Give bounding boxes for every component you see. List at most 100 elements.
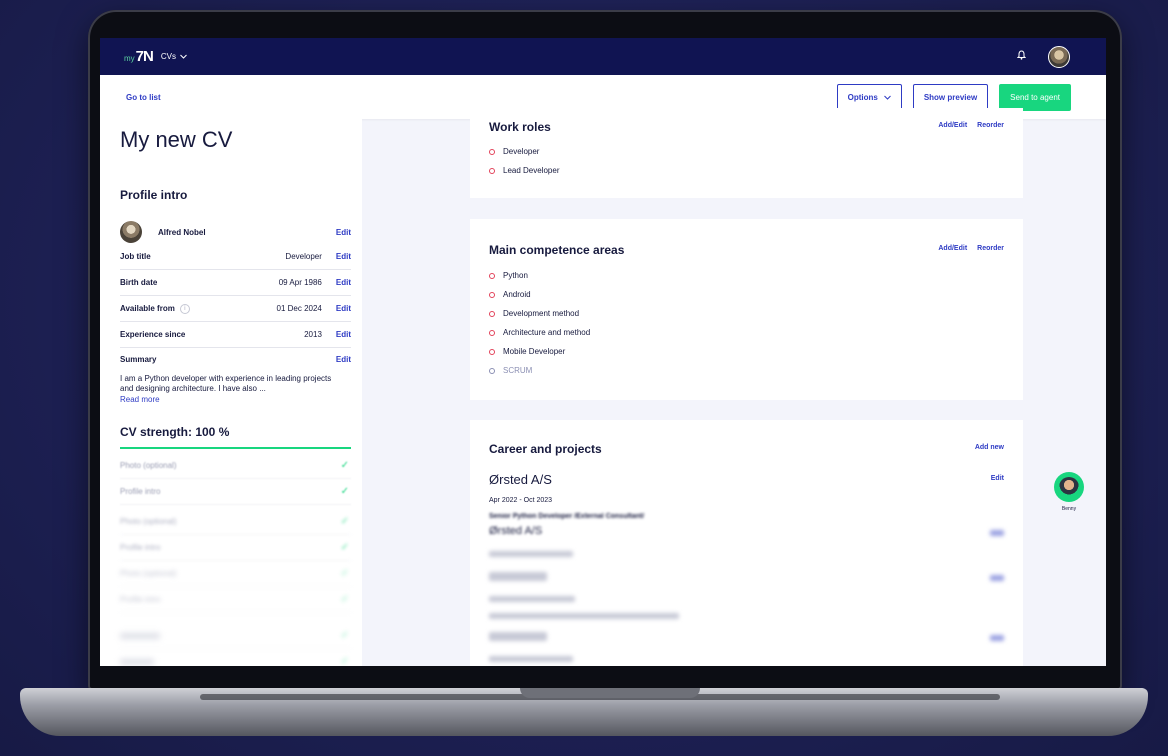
competence-label: Mobile Developer xyxy=(503,347,566,356)
career-edit-link[interactable]: Edit xyxy=(991,475,1004,482)
career-company: Ørsted A/S xyxy=(489,472,552,487)
cv-strength-progress-bar xyxy=(120,447,351,449)
blurred-placeholder xyxy=(489,656,573,662)
checklist-item: ✓ xyxy=(120,649,351,666)
work-role-label: Lead Developer xyxy=(503,166,560,175)
job-title-row: Job title Developer Edit xyxy=(120,244,351,270)
available-from-label-group: Available from i xyxy=(120,303,190,314)
logo-prefix: my xyxy=(124,54,135,63)
blurred-edit-link[interactable] xyxy=(990,530,1004,536)
show-preview-label: Show preview xyxy=(923,92,978,102)
checklist-item-label: Profile intro xyxy=(120,595,161,604)
checkmark-icon: ✓ xyxy=(340,486,349,497)
career-period: Apr 2022 - Oct 2023 xyxy=(489,497,553,504)
blurred-edit-link[interactable] xyxy=(990,635,1004,641)
blurred-placeholder xyxy=(120,658,154,665)
show-preview-button[interactable]: Show preview xyxy=(912,83,989,111)
experience-since-label: Experience since xyxy=(120,330,186,339)
info-icon[interactable]: i xyxy=(179,303,190,314)
summary-label: Summary xyxy=(120,355,157,364)
blurred-placeholder xyxy=(489,632,547,641)
profile-intro-heading: Profile intro xyxy=(120,188,188,202)
options-button[interactable]: Options xyxy=(836,83,902,111)
bullet-icon xyxy=(489,272,495,279)
options-label: Options xyxy=(847,92,878,102)
bullet-icon xyxy=(489,367,495,374)
cv-strength-checklist: Photo (optional) ✓ Profile intro ✓ Photo… xyxy=(120,453,351,666)
list-item: Python xyxy=(489,266,590,285)
checkmark-icon: ✓ xyxy=(340,594,349,605)
competence-reorder-link[interactable]: Reorder xyxy=(977,245,1004,252)
bell-icon[interactable] xyxy=(1016,50,1027,63)
edit-job-title-link[interactable]: Edit xyxy=(336,252,351,261)
work-roles-heading: Work roles xyxy=(489,120,551,134)
bullet-icon xyxy=(489,329,495,336)
checkmark-icon: ✓ xyxy=(340,516,349,527)
send-to-agent-button[interactable]: Send to agent xyxy=(999,83,1071,111)
experience-since-value: 2013 xyxy=(304,330,322,339)
competence-label: Development method xyxy=(503,309,580,318)
birth-date-label: Birth date xyxy=(120,278,158,287)
edit-available-from-link[interactable]: Edit xyxy=(336,304,351,313)
top-navigation-bar: my 7N CVs xyxy=(100,38,1106,75)
career-role: Senior Python Developer /External Consul… xyxy=(489,513,645,520)
blurred-edit-link[interactable] xyxy=(990,575,1004,581)
competence-add-edit-link[interactable]: Add/Edit xyxy=(938,245,967,252)
available-from-row: Available from i 01 Dec 2024 Edit xyxy=(120,296,351,322)
edit-summary-link[interactable]: Edit xyxy=(336,355,351,364)
birth-date-value: 09 Apr 1986 xyxy=(278,278,322,287)
list-item: Developer xyxy=(489,142,559,161)
checklist-item-label: Profile intro xyxy=(120,487,161,496)
checklist-item-label: Photo (optional) xyxy=(120,517,177,526)
agent-avatar[interactable] xyxy=(1054,472,1084,502)
profile-person-row: Alfred Nobel Edit xyxy=(120,221,351,243)
cvs-menu[interactable]: CVs xyxy=(161,52,187,61)
logo[interactable]: my 7N xyxy=(124,48,154,65)
available-from-label: Available from xyxy=(120,304,175,313)
checkmark-icon: ✓ xyxy=(340,460,349,471)
checklist-item: Profile intro ✓ xyxy=(120,479,351,505)
work-roles-reorder-link[interactable]: Reorder xyxy=(977,122,1004,129)
agent-name: Benny xyxy=(1061,506,1077,512)
competence-label: Android xyxy=(503,290,531,299)
agent-contact[interactable]: Benny xyxy=(1052,472,1086,512)
checklist-item: Photo (optional) ✓ xyxy=(120,509,351,535)
laptop-notch xyxy=(520,688,700,698)
list-item: Android xyxy=(489,285,590,304)
competence-label: Python xyxy=(503,271,528,280)
experience-since-row: Experience since 2013 Edit xyxy=(120,322,351,348)
career-card: Career and projects Add new Ørsted A/S E… xyxy=(470,420,1023,666)
go-to-list-link[interactable]: Go to list xyxy=(126,93,161,102)
checkmark-icon: ✓ xyxy=(340,542,349,553)
blurred-placeholder xyxy=(489,551,573,557)
chevron-down-icon xyxy=(883,93,891,102)
cv-strength-heading: CV strength: 100 % xyxy=(120,425,230,439)
work-role-label: Developer xyxy=(503,147,540,156)
read-more-link[interactable]: Read more xyxy=(120,395,160,404)
job-title-value: Developer xyxy=(285,252,322,261)
summary-header: Summary Edit xyxy=(120,355,351,364)
edit-name-link[interactable]: Edit xyxy=(336,228,351,237)
career-add-new-link[interactable]: Add new xyxy=(975,444,1004,451)
bullet-icon xyxy=(489,291,495,298)
checkmark-icon: ✓ xyxy=(340,568,349,579)
checkmark-icon: ✓ xyxy=(340,630,349,641)
bullet-icon xyxy=(489,167,495,174)
blurred-placeholder xyxy=(120,632,160,639)
edit-birth-date-link[interactable]: Edit xyxy=(336,278,351,287)
user-avatar[interactable] xyxy=(1048,45,1070,68)
checklist-item: ✓ xyxy=(120,623,351,649)
cv-title: My new CV xyxy=(120,127,233,152)
bullet-icon xyxy=(489,348,495,355)
career-heading: Career and projects xyxy=(489,442,602,456)
cvs-menu-label: CVs xyxy=(160,52,176,61)
list-item: Architecture and method xyxy=(489,323,590,342)
edit-experience-since-link[interactable]: Edit xyxy=(336,330,351,339)
bullet-icon xyxy=(489,148,495,155)
list-item: SCRUM xyxy=(489,361,590,380)
work-roles-add-edit-link[interactable]: Add/Edit xyxy=(938,122,967,129)
career-company-2: Ørsted A/S xyxy=(489,525,543,537)
chevron-down-icon xyxy=(180,52,187,61)
blurred-placeholder xyxy=(489,572,547,581)
checklist-item: Profile intro ✓ xyxy=(120,587,351,613)
